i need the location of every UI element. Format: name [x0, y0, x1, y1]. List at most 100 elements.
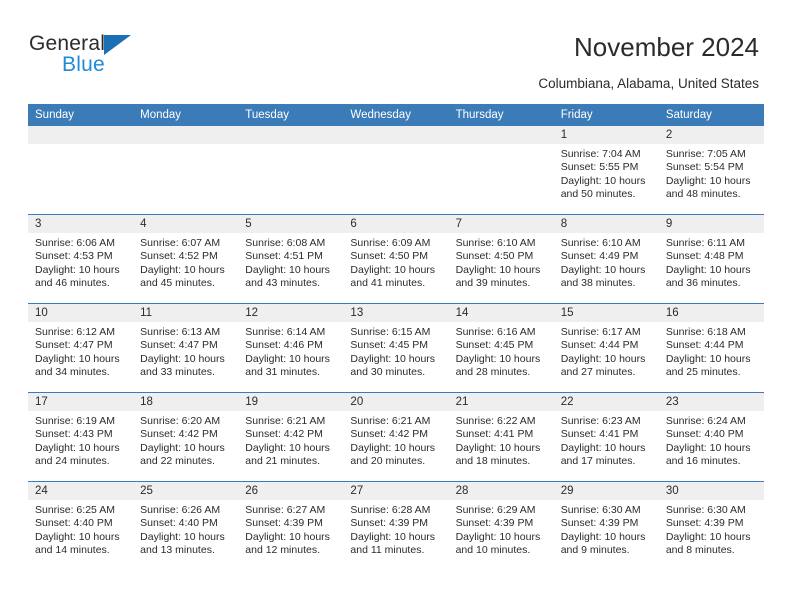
day-cell-empty	[133, 126, 239, 214]
calendar-day-cell[interactable]: 12 Sunrise: 6:14 AM Sunset: 4:46 PM Dayligh…	[238, 303, 344, 393]
day-cell-content: 1 Sunrise: 7:04 AM Sunset: 5:55 PM Daylight…	[553, 126, 659, 214]
calendar-day-cell[interactable]: 16 Sunrise: 6:18 AM Sunset: 4:44 PM Dayligh…	[658, 303, 764, 393]
day-number: 1	[553, 126, 659, 144]
day-sun-info: Sunrise: 6:19 AM Sunset: 4:43 PM Daylight:…	[28, 411, 133, 468]
calendar-day-cell[interactable]	[448, 126, 554, 215]
calendar-day-cell[interactable]: 19 Sunrise: 6:21 AM Sunset: 4:42 PM Dayligh…	[238, 392, 344, 482]
page-location: Columbiana, Alabama, United States	[538, 76, 759, 91]
sunset-text: Sunset: 4:46 PM	[245, 339, 323, 352]
sunrise-text: Sunrise: 6:22 AM	[455, 415, 536, 427]
day-number: 20	[343, 393, 449, 411]
day-cell-content: 17 Sunrise: 6:19 AM Sunset: 4:43 PM Dayligh…	[28, 393, 134, 481]
daylight-text: Daylight: 10 hours and 25 minutes.	[665, 352, 751, 378]
day-cell-content: 20 Sunrise: 6:21 AM Sunset: 4:42 PM Dayligh…	[343, 393, 449, 481]
sunset-text: Sunset: 4:42 PM	[140, 428, 218, 441]
calendar-body: 1 Sunrise: 7:04 AM Sunset: 5:55 PM Daylight…	[28, 126, 764, 570]
day-sun-info: Sunrise: 6:22 AM Sunset: 4:41 PM Daylight:…	[449, 411, 554, 468]
calendar-day-cell[interactable]	[133, 126, 239, 215]
day-sun-info: Sunrise: 6:16 AM Sunset: 4:45 PM Daylight:…	[449, 322, 554, 379]
weekday-header-tuesday: Tuesday	[238, 104, 344, 126]
sunrise-text: Sunrise: 6:25 AM	[35, 504, 115, 516]
sunset-text: Sunset: 4:50 PM	[350, 250, 429, 263]
daylight-text: Daylight: 10 hours and 28 minutes.	[455, 352, 541, 378]
calendar-day-cell[interactable]: 28 Sunrise: 6:29 AM Sunset: 4:39 PM Dayligh…	[448, 481, 554, 570]
calendar-day-cell[interactable]: 1 Sunrise: 7:04 AM Sunset: 5:55 PM Daylight…	[553, 126, 659, 215]
sunrise-text: Sunrise: 6:20 AM	[140, 415, 221, 427]
day-cell-content: 26 Sunrise: 6:27 AM Sunset: 4:39 PM Dayligh…	[238, 482, 344, 570]
sunrise-text: Sunrise: 6:16 AM	[455, 326, 536, 338]
daylight-text: Daylight: 10 hours and 20 minutes.	[350, 441, 436, 467]
calendar-day-cell[interactable]: 14 Sunrise: 6:16 AM Sunset: 4:45 PM Dayligh…	[448, 303, 554, 393]
calendar-day-cell[interactable]: 5 Sunrise: 6:08 AM Sunset: 4:51 PM Daylight…	[238, 214, 344, 304]
day-sun-info: Sunrise: 6:23 AM Sunset: 4:41 PM Daylight:…	[554, 411, 659, 468]
calendar-day-cell[interactable]: 24 Sunrise: 6:25 AM Sunset: 4:40 PM Dayligh…	[28, 481, 134, 570]
day-cell-content: 23 Sunrise: 6:24 AM Sunset: 4:40 PM Dayligh…	[658, 393, 764, 481]
sunrise-text: Sunrise: 6:21 AM	[350, 415, 431, 427]
sunrise-text: Sunrise: 6:09 AM	[350, 237, 431, 249]
calendar-day-cell[interactable]: 29 Sunrise: 6:30 AM Sunset: 4:39 PM Dayligh…	[553, 481, 659, 570]
calendar-day-cell[interactable]: 4 Sunrise: 6:07 AM Sunset: 4:52 PM Daylight…	[133, 214, 239, 304]
sunset-text: Sunset: 5:55 PM	[560, 161, 639, 174]
generalblue-logo[interactable]: General Blue	[29, 32, 209, 80]
calendar-header-row: Sunday Monday Tuesday Wednesday Thursday…	[28, 104, 764, 126]
calendar-day-cell[interactable]: 18 Sunrise: 6:20 AM Sunset: 4:42 PM Dayligh…	[133, 392, 239, 482]
day-number: 17	[28, 393, 134, 411]
daylight-text: Daylight: 10 hours and 9 minutes.	[560, 530, 646, 556]
day-number: 28	[448, 482, 554, 500]
calendar-day-cell[interactable]: 25 Sunrise: 6:26 AM Sunset: 4:40 PM Dayligh…	[133, 481, 239, 570]
calendar-day-cell[interactable]: 30 Sunrise: 6:30 AM Sunset: 4:39 PM Dayligh…	[658, 481, 764, 570]
calendar-day-cell[interactable]: 10 Sunrise: 6:12 AM Sunset: 4:47 PM Dayligh…	[28, 303, 134, 393]
calendar-day-cell[interactable]: 27 Sunrise: 6:28 AM Sunset: 4:39 PM Dayligh…	[343, 481, 449, 570]
calendar-day-cell[interactable]: 17 Sunrise: 6:19 AM Sunset: 4:43 PM Dayligh…	[28, 392, 134, 482]
sunrise-text: Sunrise: 6:18 AM	[665, 326, 746, 338]
sunrise-text: Sunrise: 6:08 AM	[245, 237, 326, 249]
sunset-text: Sunset: 4:39 PM	[350, 517, 429, 530]
sunrise-text: Sunrise: 7:05 AM	[665, 148, 746, 160]
daylight-text: Daylight: 10 hours and 46 minutes.	[35, 263, 120, 289]
day-sun-info: Sunrise: 6:09 AM Sunset: 4:50 PM Daylight:…	[343, 233, 448, 290]
calendar-day-cell[interactable]: 3 Sunrise: 6:06 AM Sunset: 4:53 PM Daylight…	[28, 214, 134, 304]
calendar-day-cell[interactable]: 26 Sunrise: 6:27 AM Sunset: 4:39 PM Dayligh…	[238, 481, 344, 570]
day-sun-info: Sunrise: 6:13 AM Sunset: 4:47 PM Daylight:…	[133, 322, 238, 379]
calendar-day-cell[interactable]: 11 Sunrise: 6:13 AM Sunset: 4:47 PM Dayligh…	[133, 303, 239, 393]
day-cell-content: 28 Sunrise: 6:29 AM Sunset: 4:39 PM Dayligh…	[448, 482, 554, 570]
daylight-text: Daylight: 10 hours and 22 minutes.	[140, 441, 225, 467]
sunrise-text: Sunrise: 6:15 AM	[350, 326, 431, 338]
day-number: 26	[238, 482, 344, 500]
day-sun-info: Sunrise: 6:28 AM Sunset: 4:39 PM Daylight:…	[343, 500, 448, 557]
day-sun-info: Sunrise: 6:07 AM Sunset: 4:52 PM Daylight:…	[133, 233, 238, 290]
day-sun-info: Sunrise: 6:10 AM Sunset: 4:49 PM Daylight:…	[554, 233, 659, 290]
calendar-day-cell[interactable]: 9 Sunrise: 6:11 AM Sunset: 4:48 PM Daylight…	[658, 214, 764, 304]
day-number: 7	[448, 215, 554, 233]
sunrise-text: Sunrise: 7:04 AM	[560, 148, 641, 160]
day-number: 5	[238, 215, 344, 233]
calendar-day-cell[interactable]: 2 Sunrise: 7:05 AM Sunset: 5:54 PM Daylight…	[658, 126, 764, 215]
day-number	[343, 126, 449, 144]
weekday-header-monday: Monday	[133, 104, 239, 126]
day-cell-content: 18 Sunrise: 6:20 AM Sunset: 4:42 PM Dayligh…	[133, 393, 239, 481]
calendar-day-cell[interactable]	[28, 126, 134, 215]
sunset-text: Sunset: 4:51 PM	[245, 250, 323, 263]
calendar-day-cell[interactable]: 6 Sunrise: 6:09 AM Sunset: 4:50 PM Daylight…	[343, 214, 449, 304]
day-number: 11	[133, 304, 239, 322]
calendar-day-cell[interactable]	[343, 126, 449, 215]
calendar-day-cell[interactable]: 7 Sunrise: 6:10 AM Sunset: 4:50 PM Daylight…	[448, 214, 554, 304]
daylight-text: Daylight: 10 hours and 43 minutes.	[245, 263, 330, 289]
calendar-day-cell[interactable]: 21 Sunrise: 6:22 AM Sunset: 4:41 PM Dayligh…	[448, 392, 554, 482]
day-cell-content: 7 Sunrise: 6:10 AM Sunset: 4:50 PM Daylight…	[448, 215, 554, 303]
calendar-day-cell[interactable]: 22 Sunrise: 6:23 AM Sunset: 4:41 PM Dayligh…	[553, 392, 659, 482]
day-sun-info: Sunrise: 6:30 AM Sunset: 4:39 PM Daylight:…	[554, 500, 659, 557]
calendar-day-cell[interactable]: 15 Sunrise: 6:17 AM Sunset: 4:44 PM Dayligh…	[553, 303, 659, 393]
sunrise-text: Sunrise: 6:10 AM	[455, 237, 536, 249]
calendar-table: Sunday Monday Tuesday Wednesday Thursday…	[28, 104, 764, 570]
calendar-day-cell[interactable]: 23 Sunrise: 6:24 AM Sunset: 4:40 PM Dayligh…	[658, 392, 764, 482]
calendar-day-cell[interactable]: 8 Sunrise: 6:10 AM Sunset: 4:49 PM Daylight…	[553, 214, 659, 304]
day-sun-info: Sunrise: 6:15 AM Sunset: 4:45 PM Daylight:…	[343, 322, 448, 379]
day-number: 3	[28, 215, 134, 233]
calendar-day-cell[interactable]: 13 Sunrise: 6:15 AM Sunset: 4:45 PM Dayligh…	[343, 303, 449, 393]
calendar-day-cell[interactable]	[238, 126, 344, 215]
day-number	[28, 126, 134, 144]
calendar-week-row: 10 Sunrise: 6:12 AM Sunset: 4:47 PM Dayligh…	[28, 303, 764, 393]
daylight-text: Daylight: 10 hours and 38 minutes.	[560, 263, 646, 289]
calendar-day-cell[interactable]: 20 Sunrise: 6:21 AM Sunset: 4:42 PM Dayligh…	[343, 392, 449, 482]
